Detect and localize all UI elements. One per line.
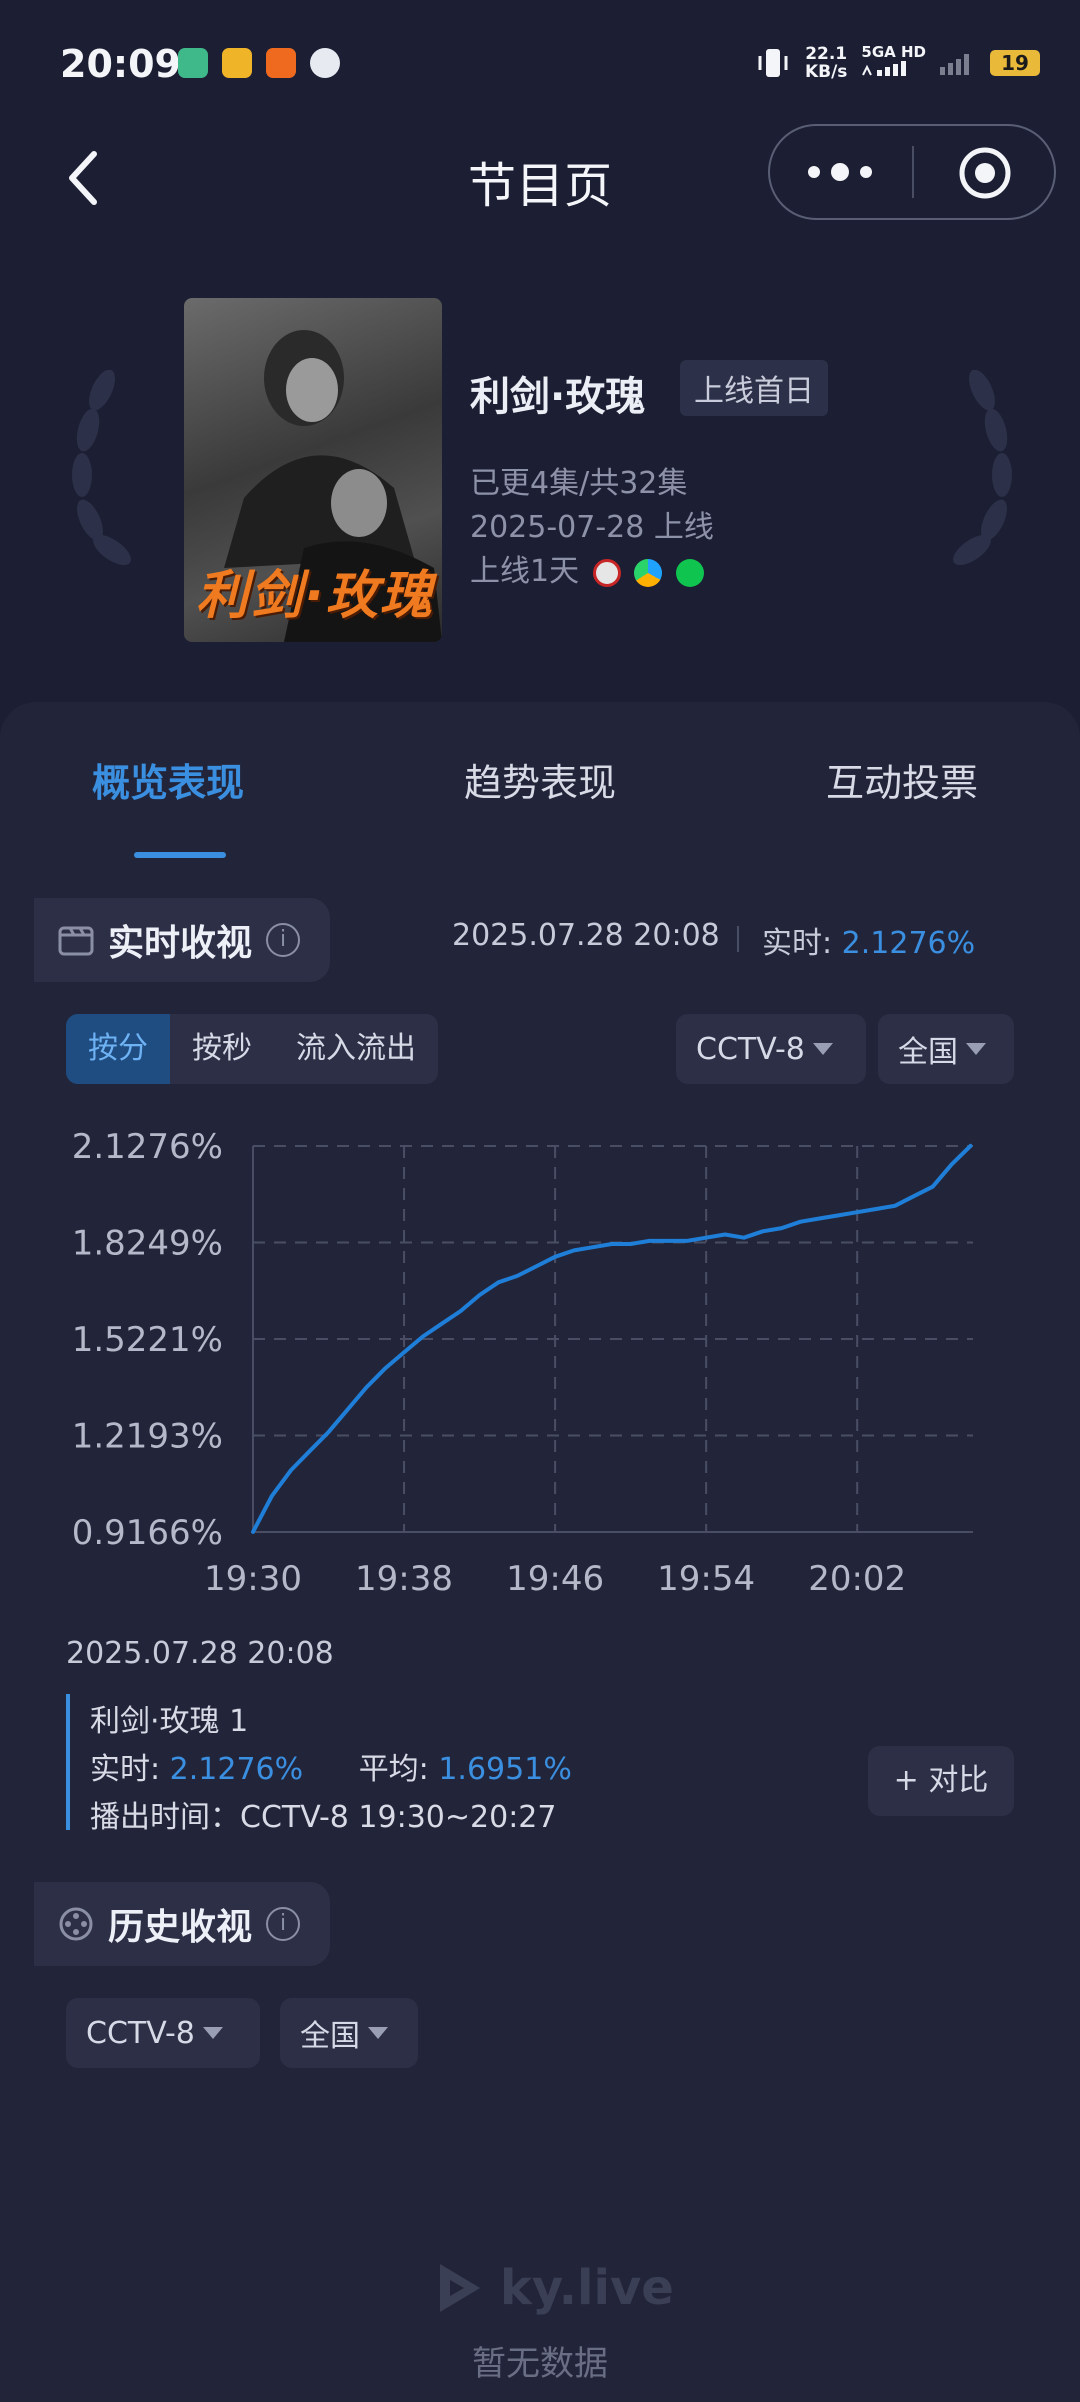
section-title: 历史收视 (108, 1907, 253, 1948)
record-target-icon[interactable] (958, 146, 1012, 200)
region-dropdown[interactable]: 全国 (878, 1014, 1014, 1084)
x-tick-label: 19:54 (657, 1559, 755, 1599)
segment-by-second[interactable]: 按秒 (170, 1014, 274, 1084)
show-poster[interactable]: 利剑·玫瑰 (184, 298, 442, 642)
tencent-video-platform-icon (634, 558, 663, 587)
watermark-logo: ky.live (430, 2260, 674, 2316)
history-region-dropdown[interactable]: 全国 (280, 1998, 418, 2068)
signal-icon (862, 61, 907, 76)
vibrate-icon (758, 48, 788, 77)
realtime-label: 实时: (762, 926, 833, 961)
status-badge: 上线首日 (680, 360, 828, 416)
watermark-text: ky.live (500, 2260, 674, 2316)
section-title: 实时收视 (108, 923, 253, 964)
show-title: 利剑·玫瑰 (470, 374, 646, 420)
segment-by-minute[interactable]: 按分 (66, 1014, 170, 1084)
signal-2-icon (940, 53, 969, 75)
y-tick-label: 1.8249% (72, 1224, 223, 1264)
capsule-divider (912, 146, 914, 198)
tab-trend[interactable]: 趋势表现 (464, 752, 616, 807)
network-type: 5GA HD (861, 44, 926, 81)
detail-realtime-label: 实时: (90, 1752, 161, 1787)
play-logo-icon (440, 2264, 480, 2312)
laurel-right-icon (953, 370, 1012, 566)
status-right: 22.1 KB/s 5GA HD 19 (755, 44, 1040, 81)
laurel-left-icon (72, 370, 131, 566)
realtime-value: 2.1276% (841, 926, 976, 961)
app-icon (266, 48, 296, 78)
tv-icon (58, 926, 94, 956)
poster-title: 利剑·玫瑰 (196, 566, 434, 626)
x-tick-label: 19:46 (506, 1559, 604, 1599)
cctv8-platform-icon (592, 558, 621, 587)
history-section-header: 历史收视 i (34, 1882, 331, 1966)
mail-app-icon (222, 48, 252, 78)
y-tick-label: 2.1276% (72, 1127, 223, 1167)
header-divider (737, 926, 739, 952)
tab-indicator (134, 852, 226, 858)
tab-vote[interactable]: 互动投票 (826, 752, 978, 807)
detail-date: 2025.07.28 20:08 (66, 1636, 334, 1671)
film-reel-icon (59, 1907, 93, 1941)
notification-icons (178, 48, 340, 78)
detail-realtime-value: 2.1276% (169, 1752, 304, 1787)
network-label: 5GA HD (861, 43, 926, 61)
realtime-section-header: 实时收视 i (34, 898, 331, 982)
channel-label: CCTV-8 (696, 1031, 805, 1067)
online-days: 上线1天 (470, 546, 704, 590)
detail-average-label: 平均: (358, 1752, 429, 1787)
chevron-down-icon (966, 1043, 986, 1055)
empty-state-text: 暂无数据 (472, 2344, 608, 2384)
chevron-down-icon (812, 1043, 833, 1055)
premiere-date: 2025-07-28 上线 (470, 510, 714, 545)
granularity-segmented-control: 按分 按秒 流入流出 (66, 1014, 438, 1084)
chat-app-icon (178, 48, 208, 78)
realtime-summary: 实时: 2.1276% (762, 918, 975, 962)
tab-overview[interactable]: 概览表现 (92, 752, 244, 807)
info-icon[interactable]: i (266, 923, 301, 957)
x-tick-label: 20:02 (808, 1559, 906, 1599)
detail-average-value: 1.6951% (438, 1752, 572, 1787)
iqiyi-platform-icon (675, 558, 704, 587)
y-tick-label: 0.9166% (72, 1513, 223, 1553)
status-time: 20:09 (60, 42, 181, 86)
chevron-down-icon (202, 2027, 223, 2039)
detail-series-name: 利剑·玫瑰 1 (90, 1704, 249, 1739)
more-dots-icon[interactable] (790, 138, 890, 206)
region-label: 全国 (300, 2019, 360, 2054)
x-tick-label: 19:38 (355, 1559, 453, 1599)
episode-count: 已更4集/共32集 (470, 466, 688, 501)
series-color-bar (66, 1694, 70, 1830)
online-days-label: 上线1天 (470, 554, 580, 589)
net-speed: 22.1 KB/s (805, 45, 847, 81)
compare-button[interactable]: + 对比 (868, 1746, 1014, 1816)
detail-values: 实时: 2.1276% 平均: 1.6951% (90, 1744, 572, 1788)
message-bubble-icon (310, 48, 340, 78)
y-tick-label: 1.5221% (72, 1320, 223, 1360)
region-label: 全国 (898, 1035, 958, 1070)
net-speed-unit: KB/s (804, 61, 848, 82)
channel-dropdown[interactable]: CCTV-8 (676, 1014, 866, 1084)
realtime-timestamp: 2025.07.28 20:08 (452, 918, 720, 953)
chevron-down-icon (368, 2027, 388, 2039)
battery-icon: 19 (990, 49, 1040, 76)
channel-label: CCTV-8 (86, 2015, 195, 2051)
segment-flow[interactable]: 流入流出 (274, 1014, 438, 1084)
x-tick-label: 19:30 (204, 1559, 302, 1599)
history-channel-dropdown[interactable]: CCTV-8 (66, 1998, 260, 2068)
y-tick-label: 1.2193% (72, 1417, 223, 1457)
realtime-ratings-chart: 0.9166% 1.2193% 1.5221% 1.8249% 2.1276% 19:30… (72, 1127, 973, 1599)
net-speed-value: 22.1 (805, 43, 848, 64)
detail-airtime: 播出时间：CCTV-8 19:30~20:27 (90, 1800, 557, 1835)
info-icon[interactable]: i (266, 1907, 301, 1941)
